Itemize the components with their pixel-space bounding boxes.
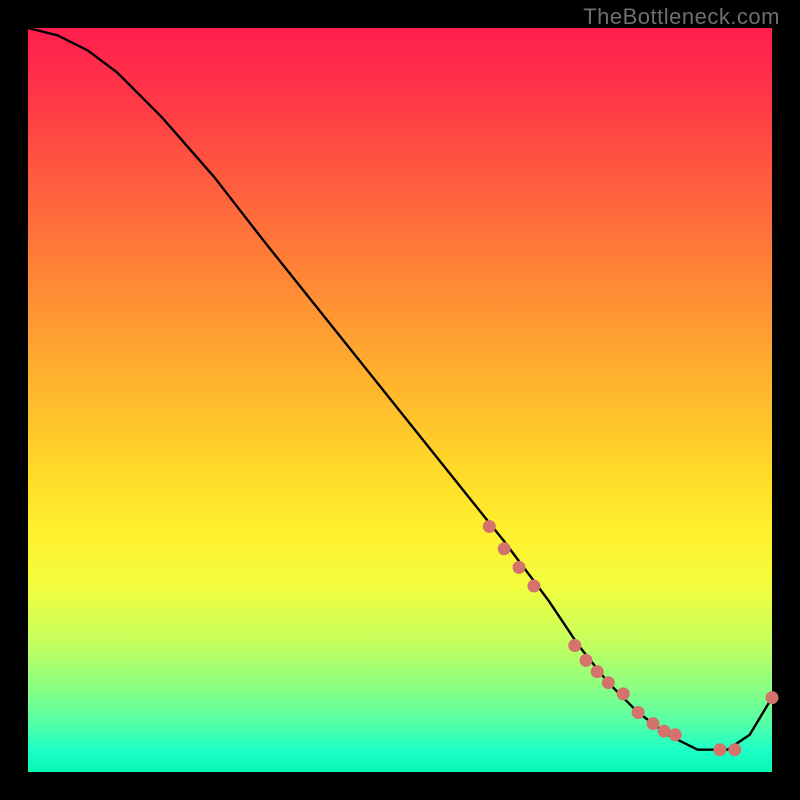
marker-dot — [580, 654, 593, 667]
marker-dot — [602, 676, 615, 689]
marker-dot — [591, 665, 604, 678]
marker-dot — [498, 542, 511, 555]
marker-dot — [766, 691, 779, 704]
marker-dot — [713, 743, 726, 756]
bottleneck-curve — [28, 28, 772, 750]
marker-dot — [617, 687, 630, 700]
curve-svg — [28, 28, 772, 772]
marker-dot — [658, 725, 671, 738]
marker-dot — [513, 561, 526, 574]
marker-dot — [669, 728, 682, 741]
plot-area — [28, 28, 772, 772]
marker-dot — [728, 743, 741, 756]
chart-frame: TheBottleneck.com — [0, 0, 800, 800]
marker-dot — [632, 706, 645, 719]
marker-dot — [647, 717, 660, 730]
marker-dot — [527, 580, 540, 593]
marker-dot — [568, 639, 581, 652]
marker-group — [483, 520, 779, 756]
marker-dot — [483, 520, 496, 533]
watermark-label: TheBottleneck.com — [583, 4, 780, 30]
